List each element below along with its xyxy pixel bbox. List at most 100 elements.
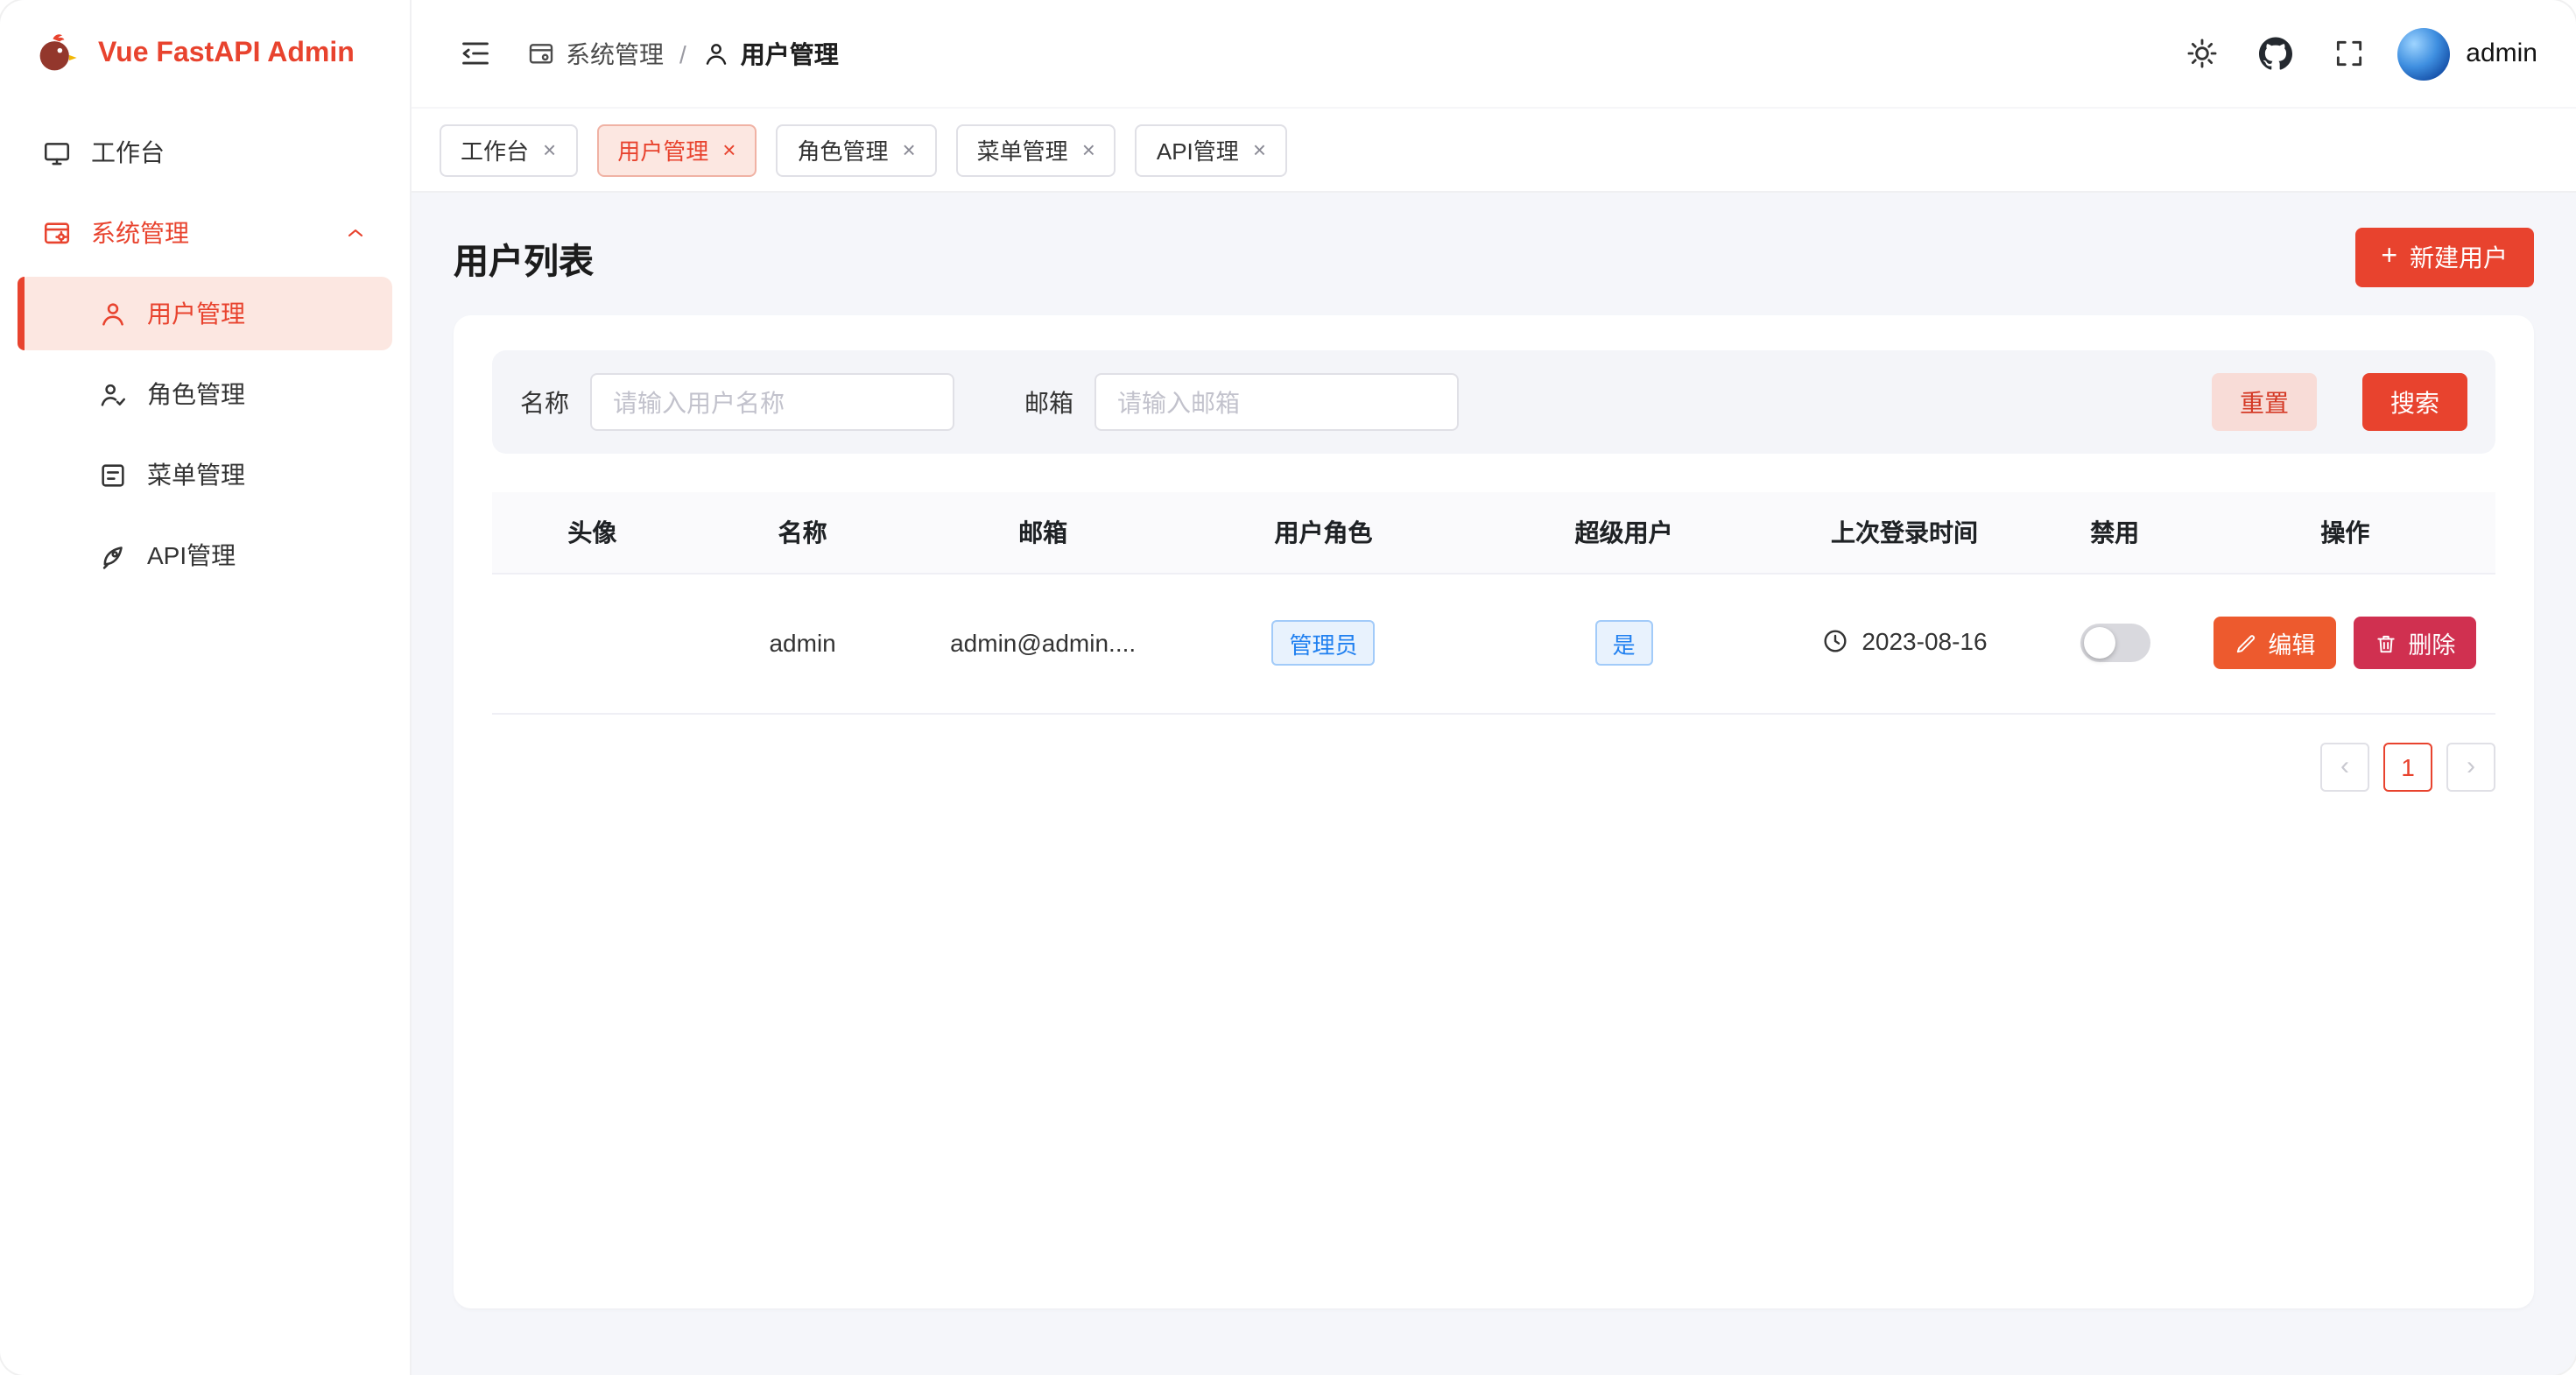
new-user-label: 新建用户 bbox=[2410, 240, 2508, 275]
new-user-button[interactable]: + 新建用户 bbox=[2354, 228, 2534, 287]
prev-page-button[interactable]: ‹ bbox=[2320, 742, 2369, 791]
filter-actions: 重置 搜索 bbox=[2212, 373, 2467, 431]
filter-bar: 名称 邮箱 重置 搜索 bbox=[492, 350, 2495, 454]
app-logo[interactable]: Vue FastAPI Admin bbox=[0, 0, 410, 109]
user-icon bbox=[702, 39, 730, 67]
username: admin bbox=[2466, 39, 2537, 68]
chevron-up-icon bbox=[343, 221, 368, 245]
name-filter-label: 名称 bbox=[520, 384, 569, 420]
pencil-icon bbox=[2235, 631, 2257, 654]
user-menu[interactable]: admin bbox=[2397, 27, 2537, 80]
sidebar-item-menu-management[interactable]: 菜单管理 bbox=[18, 438, 392, 511]
sidebar-item-system[interactable]: 系统管理 bbox=[18, 196, 392, 270]
column-last-login: 上次登录时间 bbox=[1774, 492, 2034, 573]
email-filter-label: 邮箱 bbox=[1024, 384, 1073, 420]
page-header: 用户列表 + 新建用户 bbox=[412, 193, 2576, 315]
reset-button[interactable]: 重置 bbox=[2212, 373, 2317, 431]
github-icon[interactable] bbox=[2250, 29, 2299, 78]
delete-button[interactable]: 删除 bbox=[2354, 617, 2476, 669]
breadcrumb-label: 用户管理 bbox=[741, 36, 839, 71]
column-superuser: 超级用户 bbox=[1474, 492, 1774, 573]
pagination: ‹ 1 › bbox=[492, 742, 2495, 791]
tab-bar: 工作台 × 用户管理 × 角色管理 × 菜单管理 × API管理 × bbox=[412, 109, 2576, 193]
fullscreen-icon[interactable] bbox=[2324, 29, 2373, 78]
column-actions: 操作 bbox=[2195, 492, 2495, 573]
role-icon bbox=[98, 379, 128, 409]
main-area: 系统管理 / 用户管理 a bbox=[412, 0, 2576, 1375]
close-icon[interactable]: × bbox=[902, 138, 915, 161]
sidebar-item-label: 用户管理 bbox=[147, 296, 245, 331]
sidebar-item-label: 系统管理 bbox=[91, 215, 189, 250]
disabled-toggle[interactable] bbox=[2080, 624, 2150, 662]
edit-label: 编辑 bbox=[2268, 625, 2315, 660]
last-login-cell: 2023-08-16 bbox=[1774, 573, 2034, 713]
user-icon bbox=[98, 299, 128, 328]
clock-icon bbox=[1821, 626, 1849, 654]
tab-api-management[interactable]: API管理 × bbox=[1136, 123, 1287, 176]
close-icon[interactable]: × bbox=[1082, 138, 1095, 161]
topbar-actions: admin bbox=[2177, 27, 2537, 80]
theme-toggle-icon[interactable] bbox=[2177, 29, 2226, 78]
superuser-tag: 是 bbox=[1595, 620, 1653, 666]
breadcrumb-separator: / bbox=[679, 39, 686, 67]
sidebar: Vue FastAPI Admin 工作台 系统管理 bbox=[0, 0, 412, 1375]
app-title: Vue FastAPI Admin bbox=[98, 39, 355, 70]
tab-menu-management[interactable]: 菜单管理 × bbox=[956, 123, 1116, 176]
sidebar-submenu-system: 用户管理 角色管理 菜单管理 bbox=[18, 277, 392, 592]
page-number-button[interactable]: 1 bbox=[2383, 742, 2432, 791]
sidebar-item-role-management[interactable]: 角色管理 bbox=[18, 357, 392, 431]
sidebar-item-label: 角色管理 bbox=[147, 377, 245, 412]
toggle-knob bbox=[2083, 627, 2115, 659]
last-login-value: 2023-08-16 bbox=[1862, 626, 1987, 654]
breadcrumb-item-system[interactable]: 系统管理 bbox=[527, 36, 664, 71]
close-icon[interactable]: × bbox=[1253, 138, 1266, 161]
breadcrumb: 系统管理 / 用户管理 bbox=[527, 36, 839, 71]
name-cell: admin bbox=[693, 573, 913, 713]
sidebar-item-label: 工作台 bbox=[91, 135, 165, 170]
api-icon bbox=[98, 540, 128, 570]
close-icon[interactable]: × bbox=[543, 138, 556, 161]
actions-cell: 编辑 删除 bbox=[2195, 573, 2495, 713]
email-filter-input[interactable] bbox=[1094, 373, 1459, 431]
sidebar-item-label: API管理 bbox=[147, 538, 236, 573]
edit-button[interactable]: 编辑 bbox=[2214, 617, 2336, 669]
tab-user-management[interactable]: 用户管理 × bbox=[596, 123, 757, 176]
tab-label: 角色管理 bbox=[797, 133, 888, 166]
tab-role-management[interactable]: 角色管理 × bbox=[776, 123, 936, 176]
menu-icon bbox=[98, 460, 128, 490]
breadcrumb-item-user[interactable]: 用户管理 bbox=[702, 36, 839, 71]
email-cell: admin@admin.... bbox=[912, 573, 1172, 713]
name-filter-input[interactable] bbox=[590, 373, 954, 431]
page-content: 用户列表 + 新建用户 名称 邮箱 重置 搜索 bbox=[412, 193, 2576, 1375]
sidebar-item-api-management[interactable]: API管理 bbox=[18, 518, 392, 592]
delete-label: 删除 bbox=[2408, 625, 2455, 660]
user-list-card: 名称 邮箱 重置 搜索 头像 bbox=[454, 315, 2534, 1308]
column-role: 用户角色 bbox=[1173, 492, 1474, 573]
collapse-sidebar-icon[interactable] bbox=[450, 29, 499, 78]
tab-label: 工作台 bbox=[461, 133, 529, 166]
table-row: admin admin@admin.... 管理员 是 bbox=[492, 573, 2495, 713]
tab-workbench[interactable]: 工作台 × bbox=[440, 123, 577, 176]
avatar-cell bbox=[492, 573, 693, 713]
rooster-logo-icon bbox=[32, 30, 81, 79]
sidebar-item-user-management[interactable]: 用户管理 bbox=[18, 277, 392, 350]
sidebar-item-workbench[interactable]: 工作台 bbox=[18, 116, 392, 189]
system-icon bbox=[42, 218, 72, 248]
search-button[interactable]: 搜索 bbox=[2362, 373, 2467, 431]
tab-label: 用户管理 bbox=[617, 133, 708, 166]
column-disabled: 禁用 bbox=[2035, 492, 2195, 573]
plus-icon: + bbox=[2381, 243, 2397, 271]
chevron-right-icon: › bbox=[2467, 751, 2475, 781]
avatar bbox=[2397, 27, 2450, 80]
close-icon[interactable]: × bbox=[722, 138, 735, 161]
app-window: Vue FastAPI Admin 工作台 系统管理 bbox=[0, 0, 2576, 1375]
next-page-button[interactable]: › bbox=[2446, 742, 2495, 791]
page-title: 用户列表 bbox=[454, 232, 594, 283]
column-email: 邮箱 bbox=[912, 492, 1172, 573]
role-cell: 管理员 bbox=[1173, 573, 1474, 713]
column-avatar: 头像 bbox=[492, 492, 693, 573]
workbench-icon bbox=[42, 138, 72, 167]
superuser-cell: 是 bbox=[1474, 573, 1774, 713]
disabled-cell bbox=[2035, 573, 2195, 713]
system-icon bbox=[527, 39, 555, 67]
